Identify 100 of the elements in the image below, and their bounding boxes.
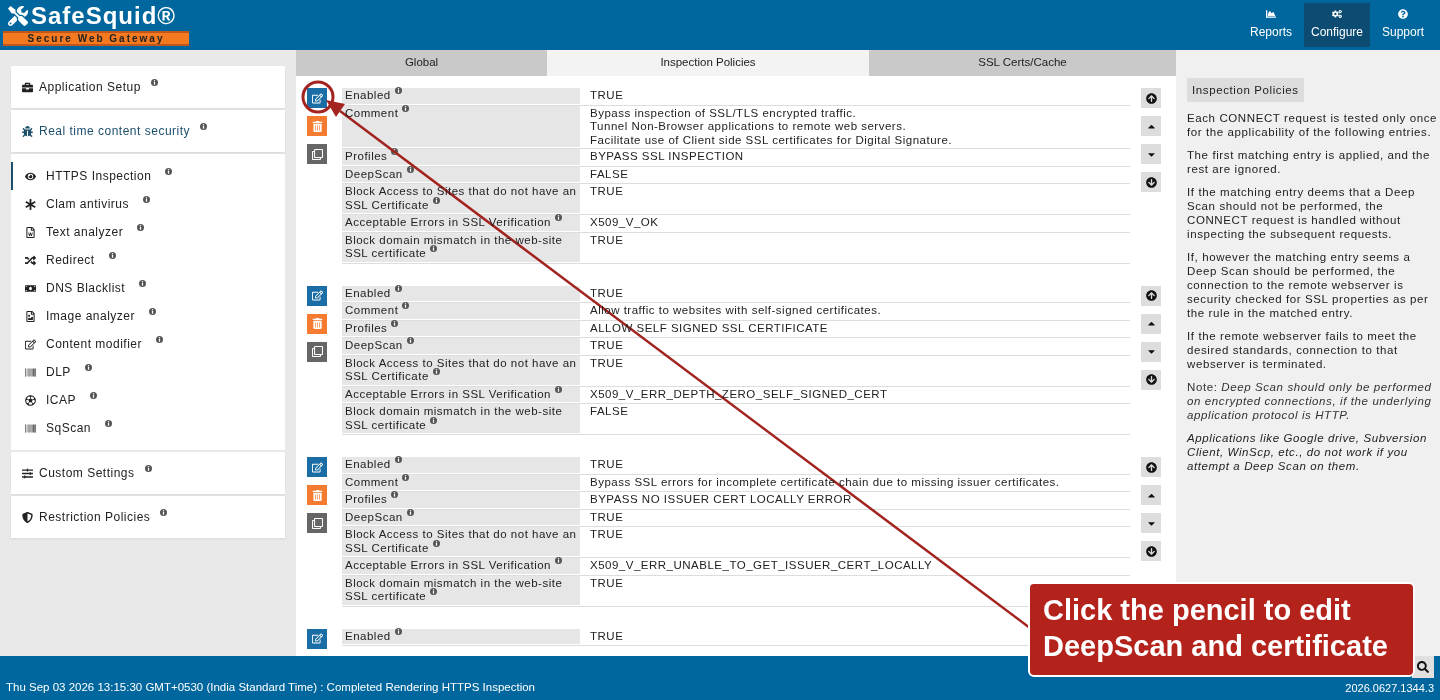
shield-icon bbox=[22, 511, 33, 523]
trash-icon bbox=[311, 489, 323, 501]
delete-button[interactable] bbox=[307, 485, 327, 505]
field-value: BYPASS SSL INSPECTION bbox=[590, 150, 744, 164]
move-down-button[interactable] bbox=[1141, 341, 1161, 362]
field-value: TRUE bbox=[590, 185, 624, 199]
copy-button[interactable] bbox=[307, 144, 327, 164]
nav-tab[interactable]: Support bbox=[1370, 3, 1436, 47]
sidebar-item[interactable]: HTTPS Inspection bbox=[11, 162, 285, 190]
info-icon bbox=[555, 385, 562, 393]
info-icon bbox=[555, 557, 562, 565]
info-icon bbox=[105, 419, 113, 427]
field-value: Bypass SSL errors for incomplete certificate chain due to missing issuer certificates. bbox=[590, 475, 1060, 489]
field-value: FALSE bbox=[590, 405, 629, 419]
sidebar-item[interactable]: ICAP bbox=[11, 386, 285, 414]
field-label: Acceptable Errors in SSL Verification bbox=[342, 558, 580, 574]
move-bottom-button[interactable] bbox=[1141, 172, 1161, 192]
nav-tab[interactable]: Reports bbox=[1238, 3, 1304, 47]
move-top-button[interactable] bbox=[1141, 88, 1161, 108]
info-icon bbox=[150, 78, 158, 86]
sidebar-section[interactable]: Application Setup bbox=[11, 66, 285, 108]
info-icon bbox=[84, 363, 92, 371]
field-label: DeepScan bbox=[342, 338, 580, 354]
status-message: Thu Sep 03 2026 13:15:30 GMT+0530 (India Standard Time) : Completed Rendering HTTPS Inspection bbox=[6, 679, 535, 695]
field-value: Bypass inspection of SSL/TLS encrypted traffic. Tunnel Non-Browser applications to remote web servers. Facilitate use of Client side SSL certificates for Digital Signature. bbox=[590, 106, 952, 147]
circle-arrow-down-icon bbox=[1145, 545, 1157, 557]
field-value: TRUE bbox=[590, 286, 624, 300]
tab[interactable]: SSL Certs/Cache bbox=[869, 50, 1176, 76]
info-icon bbox=[406, 508, 414, 516]
image-icon bbox=[25, 310, 36, 322]
edit-button[interactable] bbox=[307, 285, 327, 306]
shuffle-icon bbox=[25, 254, 36, 266]
move-up-button[interactable] bbox=[1141, 313, 1161, 334]
sidebar-item[interactable]: Redirect bbox=[11, 246, 285, 274]
field-label: Block Access to Sites that do not have an SSL Certificate bbox=[342, 355, 580, 385]
move-down-button[interactable] bbox=[1141, 513, 1161, 533]
field-value: BYPASS NO ISSUER CERT LOCALLY ERROR bbox=[590, 493, 852, 507]
copy-icon bbox=[311, 517, 323, 529]
pencil-icon bbox=[311, 461, 323, 473]
info-icon bbox=[391, 148, 399, 156]
help-note: Note: Deep Scan should only be performed on encrypted connections, if the underlying application protocol is HTTP. bbox=[1187, 380, 1433, 422]
pencil-icon bbox=[311, 633, 323, 644]
field-value: TRUE bbox=[590, 458, 624, 472]
bug-icon bbox=[22, 125, 33, 137]
info-icon bbox=[144, 464, 152, 472]
help-paragraph: If the matching entry deems that a Deep Scan should not be performed, the CONNECT request is handled without inspecting the subsequent requests. bbox=[1187, 185, 1416, 241]
move-top-button[interactable] bbox=[1141, 457, 1161, 477]
sidebar-item[interactable]: Image analyzer bbox=[11, 302, 285, 330]
field-value: FALSE bbox=[590, 167, 629, 181]
sidebar-item[interactable]: SqScan bbox=[11, 414, 285, 442]
field-value: TRUE bbox=[590, 576, 624, 590]
info-icon bbox=[430, 416, 438, 424]
tools-logo-icon bbox=[8, 6, 28, 26]
info-icon bbox=[432, 368, 440, 376]
info-icon bbox=[555, 214, 562, 222]
field-label: Comment bbox=[342, 105, 580, 147]
copy-button[interactable] bbox=[307, 513, 327, 533]
circle-arrow-up-icon bbox=[1145, 461, 1157, 473]
copy-button[interactable] bbox=[307, 341, 327, 362]
move-top-button[interactable] bbox=[1141, 285, 1161, 306]
move-up-button[interactable] bbox=[1141, 116, 1161, 136]
tab[interactable]: Global bbox=[296, 50, 547, 76]
move-up-button[interactable] bbox=[1141, 485, 1161, 505]
copy-icon bbox=[311, 148, 323, 160]
delete-button[interactable] bbox=[307, 116, 327, 136]
info-icon bbox=[430, 245, 438, 253]
sidebar-item[interactable]: Text analyzer bbox=[11, 218, 285, 246]
trash-icon bbox=[311, 318, 323, 329]
delete-button[interactable] bbox=[307, 313, 327, 334]
info-icon bbox=[394, 627, 402, 635]
sidebar-section[interactable]: Custom Settings bbox=[11, 452, 285, 494]
move-down-button[interactable] bbox=[1141, 144, 1161, 164]
field-label: Profiles bbox=[342, 492, 580, 508]
tab[interactable]: Inspection Policies bbox=[547, 50, 869, 76]
info-icon bbox=[432, 539, 440, 547]
info-icon bbox=[139, 279, 147, 287]
move-bottom-button[interactable] bbox=[1141, 369, 1161, 390]
document-icon bbox=[25, 226, 36, 238]
help-title: Inspection Policies bbox=[1187, 78, 1304, 102]
sidebar-item[interactable]: Content modifier bbox=[11, 330, 285, 358]
field-value: X509_V_ERR_UNABLE_TO_GET_ISSUER_CERT_LOCALLY bbox=[590, 559, 933, 573]
sidebar-section[interactable]: Restriction Policies bbox=[11, 496, 285, 538]
field-label: Block domain mismatch in the web-site SSL certificate bbox=[342, 404, 580, 433]
sidebar-item[interactable]: Clam antivirus bbox=[11, 190, 285, 218]
sidebar-item[interactable]: DLP bbox=[11, 358, 285, 386]
info-icon bbox=[394, 456, 402, 464]
field-label: Enabled bbox=[342, 457, 580, 473]
search-icon bbox=[1417, 660, 1429, 673]
field-label: Comment bbox=[342, 303, 580, 319]
edit-button[interactable] bbox=[307, 88, 327, 108]
sidebar-item[interactable]: DNS Blacklist bbox=[11, 274, 285, 302]
edit-button[interactable] bbox=[307, 628, 327, 649]
info-icon bbox=[402, 104, 410, 112]
move-bottom-button[interactable] bbox=[1141, 541, 1161, 561]
info-icon bbox=[406, 165, 414, 173]
briefcase-icon bbox=[22, 81, 33, 93]
edit-button[interactable] bbox=[307, 457, 327, 477]
sidebar-section[interactable]: Real time content security bbox=[11, 110, 285, 152]
help-paragraph: Each CONNECT request is tested only once for the applicability of the following entries. bbox=[1187, 111, 1438, 139]
nav-tab[interactable]: Configure bbox=[1304, 3, 1370, 47]
